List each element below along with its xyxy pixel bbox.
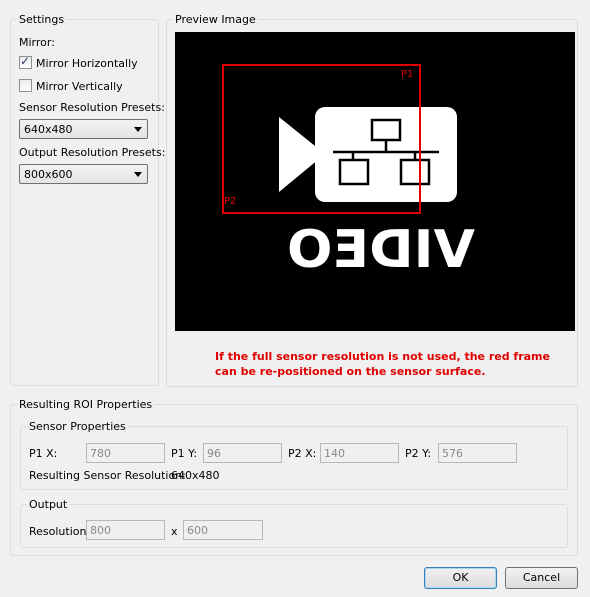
p2y-label: P2 Y: (405, 447, 432, 460)
roi-red-frame[interactable] (222, 64, 421, 214)
p2x-label: P2 X: (288, 447, 317, 460)
settings-group: Settings (10, 13, 159, 386)
p2-marker[interactable]: P2 (224, 196, 236, 207)
p1y-label: P1 Y: (171, 447, 198, 460)
output-presets-label: Output Resolution Presets: (19, 146, 166, 159)
roi-title: Resulting ROI Properties (17, 398, 155, 411)
output-resolution-label: Resolution (29, 525, 87, 538)
p1x-label: P1 X: (29, 447, 58, 460)
output-height-field[interactable]: 600 (183, 520, 263, 540)
p1y-value: 96 (207, 447, 221, 460)
sensor-presets-value: 640x480 (24, 123, 73, 136)
cancel-button[interactable]: Cancel (505, 567, 578, 589)
mirror-vertically-label[interactable]: Mirror Vertically (36, 80, 123, 93)
mirror-horizontally-checkbox[interactable] (19, 54, 32, 69)
times-label: x (171, 525, 178, 538)
output-presets-dropdown[interactable]: 800x600 (19, 164, 148, 184)
settings-title: Settings (17, 13, 67, 26)
p1x-field[interactable]: 780 (86, 443, 165, 463)
reposition-hint: If the full sensor resolution is not use… (215, 350, 550, 378)
p1-marker[interactable]: P1 (401, 69, 413, 80)
sensor-presets-label: Sensor Resolution Presets: (19, 101, 165, 114)
p2y-field[interactable]: 576 (438, 443, 517, 463)
mirror-vertically-checkbox[interactable] (19, 79, 32, 92)
preview-title: Preview Image (173, 13, 258, 26)
chevron-down-icon (134, 172, 142, 177)
output-presets-value: 800x600 (24, 168, 73, 181)
ok-button[interactable]: OK (424, 567, 497, 589)
mirror-label: Mirror: (19, 36, 55, 49)
p1y-field[interactable]: 96 (203, 443, 282, 463)
output-width-field[interactable]: 800 (86, 520, 165, 540)
mirror-horizontally-label[interactable]: Mirror Horizontally (36, 57, 138, 70)
p2x-value: 140 (324, 447, 345, 460)
chevron-down-icon (134, 127, 142, 132)
output-height-value: 600 (187, 524, 208, 537)
sensor-resolution-label: Resulting Sensor Resolution: (29, 469, 186, 482)
output-title: Output (27, 498, 70, 511)
p2y-value: 576 (442, 447, 463, 460)
logo-text: VIDEO (287, 220, 475, 280)
sensor-resolution-value: 640x480 (171, 469, 220, 482)
sensor-properties-title: Sensor Properties (27, 420, 128, 433)
sensor-presets-dropdown[interactable]: 640x480 (19, 119, 148, 139)
output-width-value: 800 (90, 524, 111, 537)
p1x-value: 780 (90, 447, 111, 460)
p2x-field[interactable]: 140 (320, 443, 399, 463)
